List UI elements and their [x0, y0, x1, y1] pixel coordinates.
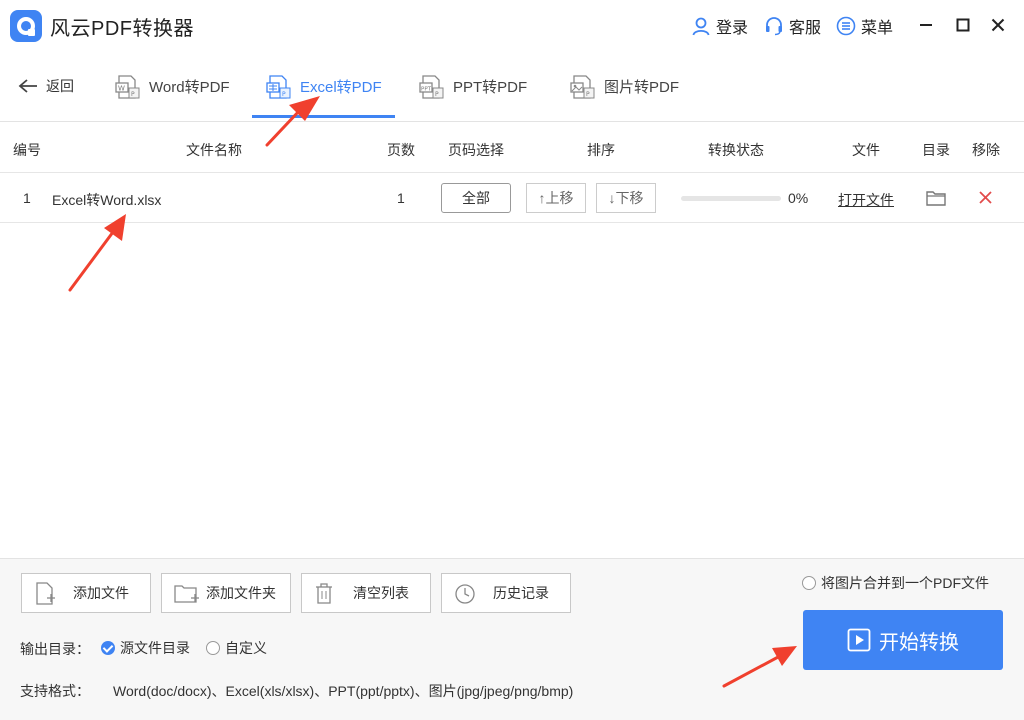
add-file-label: 添加文件 — [73, 585, 129, 601]
image-doc-icon: P — [570, 74, 595, 99]
col-pages: 页数 — [387, 142, 415, 158]
tab-excel-label: Excel转PDF — [300, 79, 382, 96]
output-source-radio[interactable]: 源文件目录 — [101, 638, 190, 658]
history-button[interactable]: 历史记录 — [441, 573, 571, 613]
radio-unchecked-icon — [206, 641, 220, 655]
svg-text:W: W — [118, 84, 125, 92]
menu-button[interactable]: 菜单 — [836, 14, 893, 38]
output-source-label: 源文件目录 — [120, 640, 190, 656]
col-name: 文件名称 — [186, 142, 242, 158]
app-title: 风云PDF转换器 — [50, 18, 194, 40]
conversion-progress-bar — [681, 196, 781, 201]
row-index: 1 — [23, 190, 31, 206]
row-pages: 1 — [397, 190, 405, 206]
clear-list-label: 清空列表 — [353, 585, 409, 601]
service-label: 客服 — [789, 20, 822, 37]
open-folder-button[interactable] — [926, 189, 946, 210]
svg-text:P: P — [586, 91, 590, 98]
output-custom-label: 自定义 — [225, 640, 267, 656]
output-custom-radio[interactable]: 自定义 — [206, 638, 267, 658]
back-button[interactable]: 返回 — [18, 76, 74, 96]
col-order: 排序 — [587, 142, 615, 158]
remove-x-icon — [979, 191, 992, 204]
merge-images-radio[interactable]: 将图片合并到一个PDF文件 — [802, 573, 989, 593]
svg-text:P: P — [282, 91, 286, 98]
file-table-header: 编号 文件名称 页数 页码选择 排序 转换状态 文件 目录 移除 — [0, 123, 1024, 173]
tab-image-label: 图片转PDF — [604, 79, 680, 96]
col-file: 文件 — [852, 142, 880, 158]
user-icon — [692, 17, 710, 36]
col-index: 编号 — [13, 142, 41, 158]
supported-formats: 支持格式： Word(doc/docx)、Excel(xls/xlsx)、PPT… — [20, 681, 573, 701]
col-remove: 移除 — [972, 142, 1000, 158]
headset-icon — [766, 17, 782, 36]
col-dir: 目录 — [922, 142, 950, 158]
folder-icon — [926, 191, 946, 206]
progress-percent: 0% — [788, 190, 809, 206]
menu-list-icon — [836, 16, 856, 36]
play-icon — [847, 628, 871, 652]
title-bar: 风云PDF转换器 登录 客服 菜单 — [0, 0, 1024, 52]
login-label: 登录 — [716, 20, 749, 37]
output-dir-label: 输出目录： — [20, 641, 90, 657]
formats-list: Word(doc/docx)、Excel(xls/xlsx)、PPT(ppt/p… — [113, 683, 574, 699]
login-button[interactable]: 登录 — [691, 14, 748, 38]
close-button[interactable] — [987, 14, 1009, 36]
tab-image-to-pdf[interactable]: P 图片转PDF — [570, 52, 679, 121]
start-convert-button[interactable]: 开始转换 — [803, 610, 1003, 670]
formats-label: 支持格式： — [20, 683, 90, 699]
add-folder-label: 添加文件夹 — [206, 585, 276, 601]
back-label: 返回 — [46, 78, 74, 94]
row-file-name: Excel转Word.xlsx — [52, 192, 162, 208]
start-convert-label: 开始转换 — [879, 631, 959, 654]
menu-label: 菜单 — [861, 20, 894, 37]
svg-text:P: P — [131, 91, 135, 98]
tab-ppt-to-pdf[interactable]: PPT P PPT转PDF — [419, 52, 527, 121]
move-up-button[interactable]: ↑上移 — [526, 183, 586, 213]
add-folder-button[interactable]: 添加文件夹 — [161, 573, 291, 613]
bottom-panel: 添加文件 添加文件夹 清空列表 历史记录 输出目录： 源文件目录 自定义 支持格… — [0, 558, 1024, 720]
active-tab-indicator — [252, 115, 395, 118]
table-row: 1 Excel转Word.xlsx 1 全部 ↑上移 ↓下移 0% 打开文件 — [0, 173, 1024, 223]
maximize-icon — [956, 18, 970, 32]
radio-unchecked-icon — [802, 576, 816, 590]
col-status: 转换状态 — [708, 142, 764, 158]
page-select-all-button[interactable]: 全部 — [441, 183, 511, 213]
move-down-button[interactable]: ↓下移 — [596, 183, 656, 213]
arrow-left-icon — [18, 79, 37, 93]
tab-ppt-label: PPT转PDF — [453, 79, 528, 96]
app-logo-icon — [10, 10, 42, 42]
add-file-button[interactable]: 添加文件 — [21, 573, 151, 613]
minimize-button[interactable] — [915, 14, 937, 36]
ppt-doc-icon: PPTP — [419, 74, 444, 99]
tab-word-label: Word转PDF — [149, 79, 230, 96]
svg-text:P: P — [435, 91, 439, 98]
history-label: 历史记录 — [493, 585, 549, 601]
service-button[interactable]: 客服 — [764, 14, 821, 38]
tab-word-to-pdf[interactable]: WP Word转PDF — [115, 52, 230, 121]
nav-bar: 返回 WP Word转PDF P Excel转PDF PPT P PPT转PDF … — [0, 52, 1024, 122]
word-doc-icon: WP — [115, 74, 140, 99]
radio-checked-icon — [101, 641, 115, 655]
col-page-select: 页码选择 — [448, 142, 504, 158]
minimize-icon — [920, 24, 932, 26]
merge-images-label: 将图片合并到一个PDF文件 — [821, 575, 989, 591]
remove-row-button[interactable] — [979, 191, 992, 207]
close-icon — [991, 18, 1005, 32]
clear-list-button[interactable]: 清空列表 — [301, 573, 431, 613]
excel-doc-icon: P — [266, 74, 291, 99]
maximize-button[interactable] — [952, 14, 974, 36]
svg-text:PPT: PPT — [421, 86, 432, 92]
open-file-link[interactable]: 打开文件 — [838, 190, 894, 210]
arrow-to-file-name — [68, 214, 126, 292]
tab-excel-to-pdf[interactable]: P Excel转PDF — [266, 52, 382, 121]
